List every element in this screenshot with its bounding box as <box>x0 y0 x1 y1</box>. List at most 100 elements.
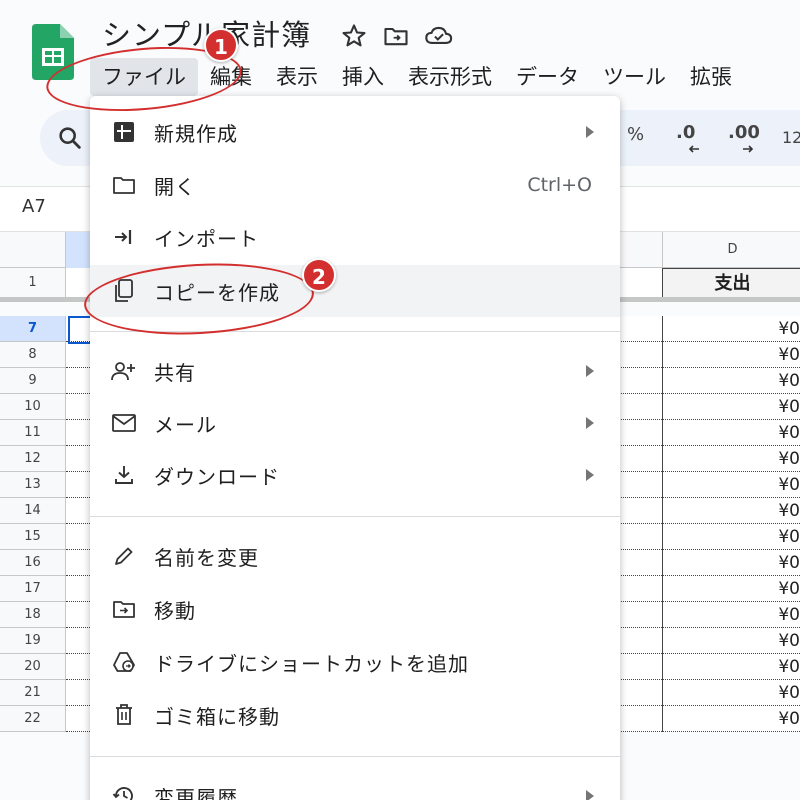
trash-icon <box>110 701 138 729</box>
row-header-22[interactable]: 22 <box>0 706 66 732</box>
row-header-20[interactable]: 20 <box>0 654 66 680</box>
expense-cell[interactable]: ¥0 <box>662 550 800 576</box>
expense-cell[interactable]: ¥0 <box>662 654 800 680</box>
row-header-14[interactable]: 14 <box>0 498 66 524</box>
arrow-left-icon <box>688 145 699 153</box>
menu-item-label: 開く <box>154 174 196 199</box>
submenu-arrow-icon <box>586 126 594 138</box>
submenu-arrow-icon <box>586 417 594 429</box>
expense-cell[interactable]: ¥0 <box>662 628 800 654</box>
row-header-17[interactable]: 17 <box>0 576 66 602</box>
name-box[interactable]: A7 <box>22 196 46 217</box>
expense-cell[interactable]: ¥0 <box>662 472 800 498</box>
pencil-icon <box>110 542 138 570</box>
submenu-arrow-icon <box>586 790 594 800</box>
menu-item-label: 変更履歴 <box>154 785 238 800</box>
folder-icon <box>110 171 138 199</box>
row-header-19[interactable]: 19 <box>0 628 66 654</box>
menu-item-label: ダウンロード <box>154 464 280 489</box>
decrease-decimal-button[interactable]: .0 <box>676 122 699 153</box>
cloud-status-icon[interactable] <box>424 22 453 50</box>
expense-cell[interactable]: ¥0 <box>662 316 800 342</box>
menu-divider <box>90 516 620 517</box>
column-header-a[interactable] <box>66 232 90 268</box>
new-sheet-icon <box>110 118 138 146</box>
row-header-21[interactable]: 21 <box>0 680 66 706</box>
expense-cell[interactable]: ¥0 <box>662 706 800 732</box>
expense-cell[interactable]: ¥0 <box>662 420 800 446</box>
expense-cell[interactable]: ¥0 <box>662 446 800 472</box>
row-header-1[interactable]: 1 <box>0 268 66 298</box>
row-header-8[interactable]: 8 <box>0 342 66 368</box>
shortcut-label: Ctrl+O <box>527 174 592 196</box>
menu-item-move-to-trash[interactable]: ゴミ箱に移動 <box>90 689 620 741</box>
download-icon <box>110 461 138 489</box>
menu-item-share[interactable]: 共有 <box>90 345 620 397</box>
import-icon <box>110 223 138 251</box>
menu-item-label: インポート <box>154 226 259 251</box>
menu-item-label: 新規作成 <box>154 121 238 146</box>
menu-item-open[interactable]: 開く Ctrl+O <box>90 159 620 211</box>
menu-item-rename[interactable]: 名前を変更 <box>90 530 620 582</box>
column-header-d[interactable]: D <box>662 232 800 268</box>
row-header-7[interactable]: 7 <box>0 316 66 342</box>
star-icon[interactable] <box>340 22 368 50</box>
submenu-arrow-icon <box>586 469 594 481</box>
row-header-9[interactable]: 9 <box>0 368 66 394</box>
row-header-15[interactable]: 15 <box>0 524 66 550</box>
annotation-badge-step-2: 2 <box>302 258 336 292</box>
expense-cell[interactable]: ¥0 <box>662 576 800 602</box>
menu-item-email[interactable]: メール <box>90 397 620 449</box>
menu-item-label: メール <box>154 412 217 437</box>
menu-data[interactable]: データ <box>504 58 591 96</box>
number-format-button[interactable]: 12 <box>782 128 800 147</box>
menu-item-add-drive-shortcut[interactable]: ドライブにショートカットを追加 <box>90 636 620 688</box>
file-menu-dropdown: 新規作成 開く Ctrl+O インポート コピーを作成 共有 メール ダウンロー… <box>90 96 620 800</box>
menu-item-label: ゴミ箱に移動 <box>154 704 280 729</box>
menu-item-move[interactable]: 移動 <box>90 583 620 635</box>
expense-cell[interactable]: ¥0 <box>662 368 800 394</box>
expense-cell[interactable]: ¥0 <box>662 394 800 420</box>
selected-cell-a7[interactable] <box>68 316 92 344</box>
menu-view[interactable]: 表示 <box>264 58 330 96</box>
menu-insert[interactable]: 挿入 <box>330 58 396 96</box>
menu-extensions[interactable]: 拡張 <box>678 58 744 96</box>
row-header-13[interactable]: 13 <box>0 472 66 498</box>
menu-item-label: 移動 <box>154 598 196 623</box>
arrow-right-icon <box>743 145 754 153</box>
increase-decimal-button[interactable]: .00 <box>728 122 760 153</box>
decrease-decimal-label: .0 <box>676 122 696 143</box>
mail-icon <box>110 409 138 437</box>
expense-cell[interactable]: ¥0 <box>662 602 800 628</box>
increase-decimal-label: .00 <box>728 122 760 143</box>
row-header-10[interactable]: 10 <box>0 394 66 420</box>
menu-divider <box>90 756 620 757</box>
menu-item-new[interactable]: 新規作成 <box>90 106 620 158</box>
select-all-corner[interactable] <box>0 232 66 268</box>
row-header-12[interactable]: 12 <box>0 446 66 472</box>
move-folder-icon[interactable] <box>382 22 410 50</box>
expense-cell[interactable]: ¥0 <box>662 498 800 524</box>
menu-tools[interactable]: ツール <box>591 58 678 96</box>
person-add-icon <box>110 357 138 385</box>
menu-item-download[interactable]: ダウンロード <box>90 449 620 501</box>
menu-item-import[interactable]: インポート <box>90 211 620 263</box>
row-header-18[interactable]: 18 <box>0 602 66 628</box>
percent-format-button[interactable]: % <box>627 124 644 145</box>
row-header-11[interactable]: 11 <box>0 420 66 446</box>
menu-format[interactable]: 表示形式 <box>396 58 504 96</box>
expense-cell[interactable]: ¥0 <box>662 524 800 550</box>
expense-cell[interactable]: ¥0 <box>662 342 800 368</box>
row-header-16[interactable]: 16 <box>0 550 66 576</box>
annotation-badge-step-1: 1 <box>204 28 238 62</box>
menu-item-label: ドライブにショートカットを追加 <box>154 651 469 676</box>
menu-item-version-history[interactable]: 変更履歴 <box>90 770 620 800</box>
drive-shortcut-icon <box>110 648 138 676</box>
history-icon <box>110 782 138 800</box>
menu-item-label: 共有 <box>154 360 196 385</box>
search-menus-icon[interactable] <box>56 124 84 152</box>
expense-cell[interactable]: ¥0 <box>662 680 800 706</box>
submenu-arrow-icon <box>586 365 594 377</box>
expense-header-cell[interactable]: 支出 <box>662 268 800 298</box>
move-folder-icon <box>110 595 138 623</box>
